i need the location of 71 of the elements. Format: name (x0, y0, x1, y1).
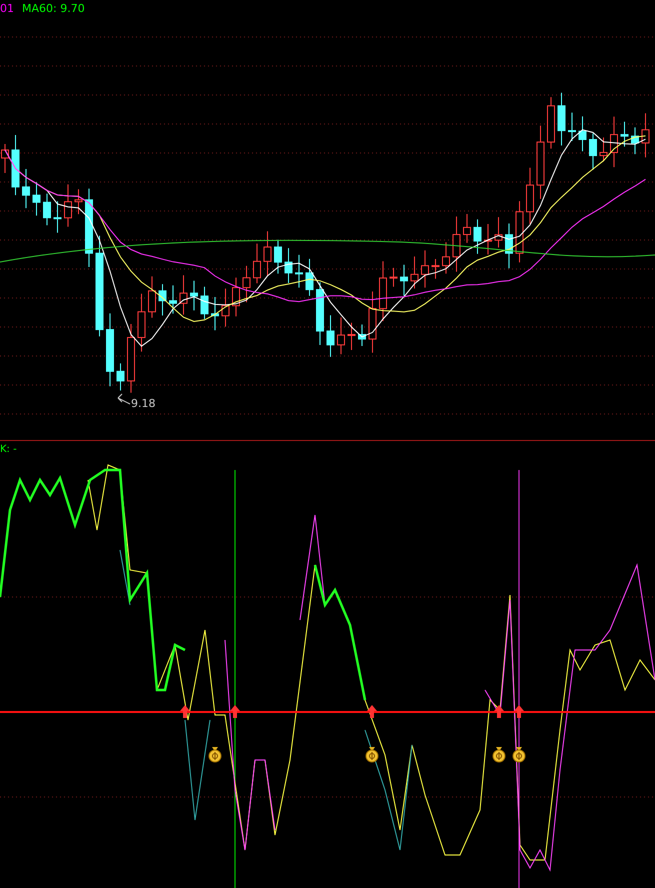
low-price-pointer-icon (118, 394, 130, 404)
candlestick (190, 280, 198, 311)
money-bag-icon (492, 747, 506, 762)
candlestick (600, 137, 608, 162)
candlestick (64, 184, 72, 228)
candlestick (138, 293, 146, 352)
candlestick (74, 188, 82, 215)
candlestick (316, 282, 324, 346)
candlestick (348, 322, 356, 350)
chart-label: MA60: 9.70 (22, 2, 85, 15)
candlestick (400, 264, 408, 296)
candlestick (32, 182, 40, 216)
candlestick (158, 284, 166, 316)
candlestick (306, 258, 314, 296)
indicator-label: K: - (0, 444, 17, 456)
candlestick (211, 296, 219, 331)
candlestick (642, 112, 650, 158)
chart-label: 01 (0, 2, 14, 15)
candlestick (505, 223, 513, 269)
candlestick (620, 121, 628, 148)
candlestick (494, 216, 502, 248)
candlestick (410, 256, 418, 290)
candlestick (284, 248, 292, 284)
candlestick (274, 239, 282, 274)
up-arrow-icon (367, 705, 377, 718)
candlestick (180, 274, 188, 316)
candlestick (22, 168, 30, 209)
candlestick (474, 218, 482, 254)
candlestick (390, 267, 398, 288)
candlestick (526, 167, 534, 225)
candlestick (127, 324, 135, 394)
candlestick (547, 96, 555, 150)
candlestick (568, 112, 576, 142)
money-bag-icon (208, 747, 222, 762)
up-arrow-icon (494, 705, 504, 718)
candlestick (43, 193, 51, 226)
candlestick (442, 242, 450, 274)
candlestick (379, 260, 387, 322)
low-price-label: 9.18 (131, 397, 156, 410)
candlestick (242, 265, 250, 303)
candlestick (432, 258, 440, 280)
candlestick (358, 324, 366, 346)
candlestick (463, 214, 471, 244)
candlestick (589, 132, 597, 170)
up-arrow-icon (180, 705, 190, 718)
candlestick (116, 362, 124, 392)
candlestick (295, 254, 303, 288)
up-arrow-icon (514, 705, 524, 718)
up-arrow-icon (230, 705, 240, 718)
money-bag-icon (366, 747, 378, 762)
money-bag-icon (512, 747, 526, 762)
candlestick (421, 250, 429, 288)
candlestick (54, 200, 62, 234)
candlestick (610, 116, 618, 168)
candlestick (222, 288, 230, 328)
candlestick (200, 286, 208, 320)
candlestick (253, 243, 261, 284)
candlestick (264, 230, 272, 276)
candlestick (516, 200, 524, 263)
candlestick (148, 276, 156, 318)
candlestick (326, 314, 334, 358)
candlestick (12, 134, 20, 196)
candlestick (452, 216, 460, 272)
candlestick (337, 316, 345, 355)
candlestick (232, 277, 240, 317)
candlestick (169, 284, 177, 314)
candlestick (578, 116, 586, 152)
candlestick (558, 92, 566, 146)
candlestick (368, 290, 376, 354)
candlestick (631, 126, 639, 155)
candlestick (484, 224, 492, 255)
